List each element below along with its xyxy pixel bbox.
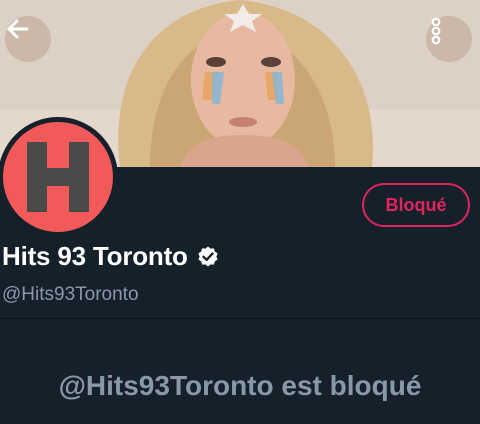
avatar[interactable]	[0, 117, 118, 237]
back-button[interactable]	[5, 16, 51, 62]
more-vertical-icon	[431, 17, 441, 45]
name-row: Hits 93 Toronto	[2, 241, 220, 272]
arrow-left-icon	[7, 19, 29, 39]
profile-handle: @Hits93Toronto	[2, 284, 139, 305]
blocked-button[interactable]: Bloqué	[362, 183, 470, 227]
avatar-letter-logo	[27, 142, 89, 212]
display-name: Hits 93 Toronto	[2, 241, 188, 271]
blocked-message: @Hits93Toronto est bloqué	[58, 370, 422, 401]
avatar-image	[3, 122, 113, 232]
verified-badge-icon	[198, 246, 218, 266]
more-options-button[interactable]	[426, 16, 472, 62]
divider	[0, 318, 480, 319]
